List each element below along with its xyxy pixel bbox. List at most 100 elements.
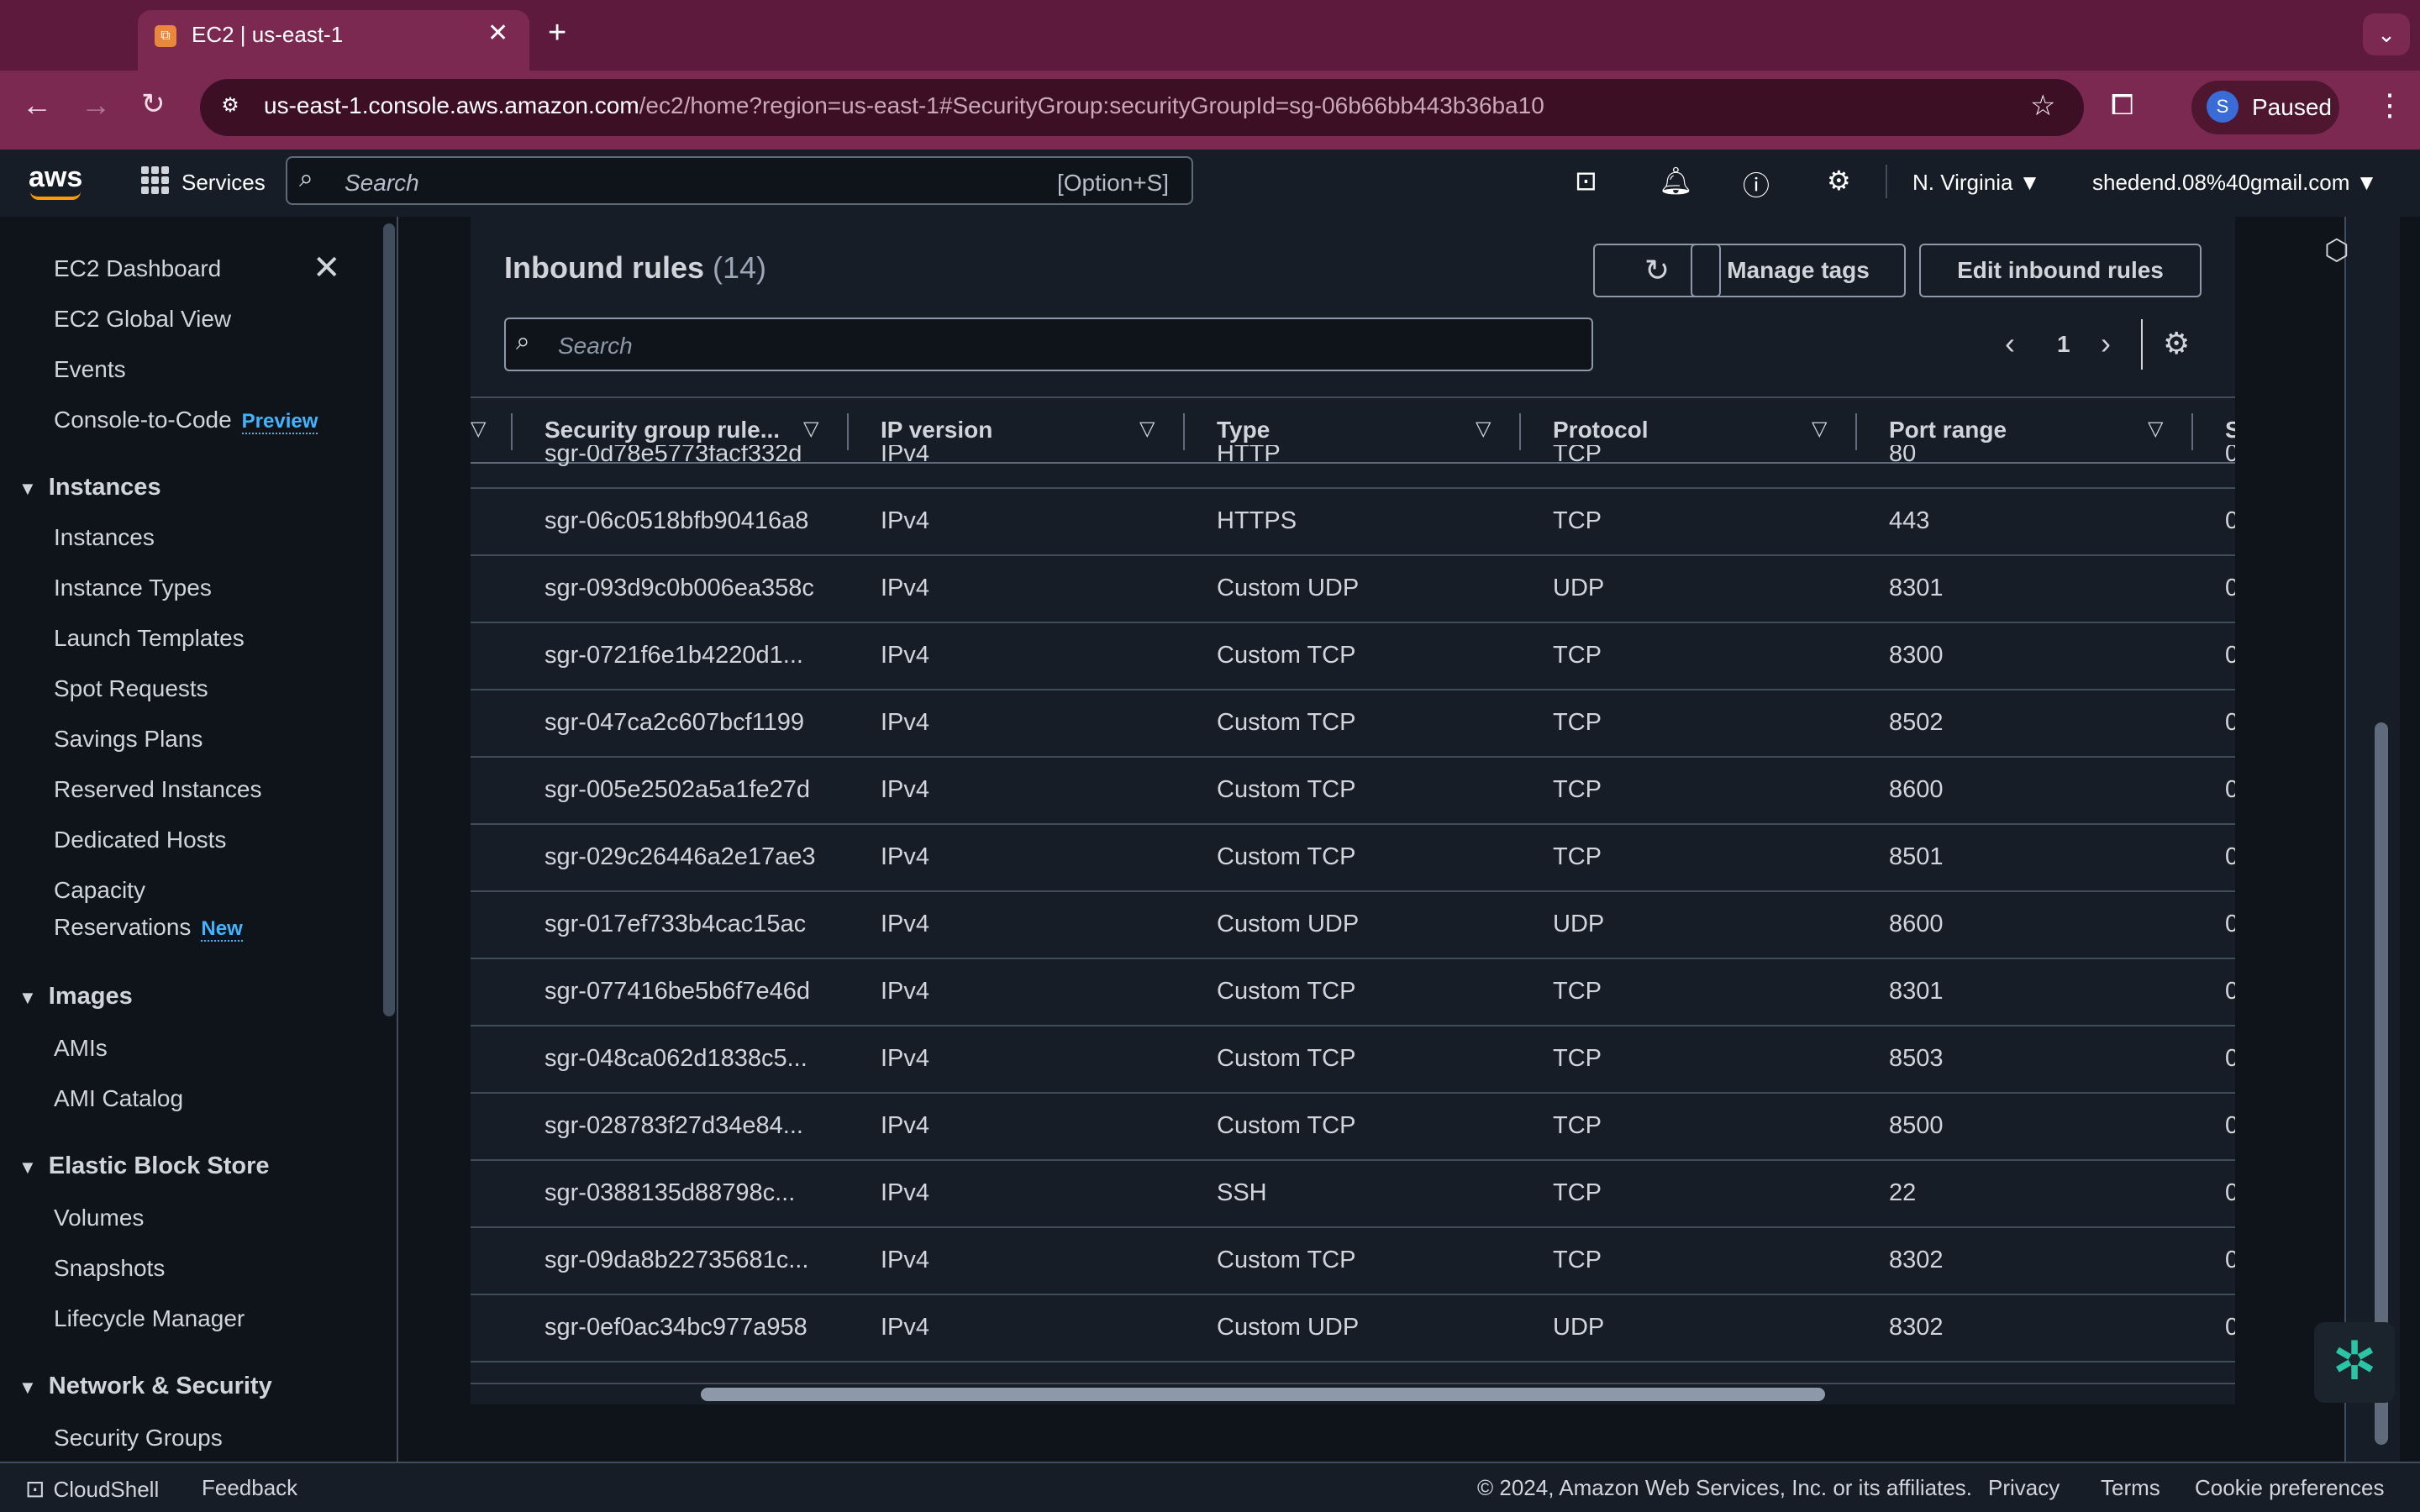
column-header-port-range[interactable]: Port range	[1889, 417, 2007, 444]
extensions-icon[interactable]: ⧠	[2111, 89, 2133, 122]
sidebar-section-ebs[interactable]: ▼ Elastic Block Store	[18, 1152, 270, 1180]
close-tab-icon[interactable]: ✕	[487, 18, 508, 48]
forward-arrow-icon[interactable]: →	[81, 87, 111, 123]
source-cell: 0	[2225, 642, 2235, 669]
previous-page-icon[interactable]: ‹	[2005, 326, 2015, 361]
sidebar-item-ec2-global-view[interactable]: EC2 Global View	[54, 306, 231, 333]
terms-link[interactable]: Terms	[2101, 1475, 2160, 1501]
rule-id-cell: sgr-0388135d88798c...	[544, 1179, 796, 1206]
filter-caret-icon[interactable]: ▽	[471, 417, 486, 441]
source-cell: 0	[2225, 1045, 2235, 1072]
cookie-preferences-link[interactable]: Cookie preferences	[2195, 1475, 2384, 1501]
cloudshell-link[interactable]: ⊡ CloudShell	[25, 1475, 159, 1503]
sidebar-item-savings-plans[interactable]: Savings Plans	[54, 726, 203, 753]
table-row[interactable]: sgr-028783f27d34e84... IPv4 Custom TCP TCP 8…	[471, 1094, 2235, 1161]
sidebar-item-ami-catalog[interactable]: AMI Catalog	[54, 1085, 183, 1112]
table-row[interactable]: sgr-06c0518bfb90416a8 IPv4 HTTPS TCP 443 0	[471, 489, 2235, 556]
sidebar-section-images[interactable]: ▼ Images	[18, 983, 133, 1011]
region-selector[interactable]: N. Virginia ▼	[1912, 170, 2040, 196]
bookmark-star-icon[interactable]: ☆	[2030, 89, 2055, 123]
back-arrow-icon[interactable]: ←	[22, 87, 52, 123]
sidebar-item-amis[interactable]: AMIs	[54, 1035, 108, 1062]
sort-icon[interactable]: ▽	[1139, 417, 1155, 441]
services-button[interactable]: Services	[182, 170, 266, 196]
cloudshell-icon[interactable]: ⊡	[1575, 165, 1597, 197]
column-header-ip-version[interactable]: IP version	[881, 417, 992, 444]
sidebar-item-snapshots[interactable]: Snapshots	[54, 1255, 165, 1282]
port-range-cell: 8501	[1889, 843, 1944, 870]
notifications-bell-icon[interactable]: 🔔︎	[1659, 165, 1693, 197]
settings-gear-icon[interactable]: ⚙	[1827, 165, 1851, 197]
aws-logo[interactable]: aws	[29, 161, 82, 194]
sort-icon[interactable]: ▽	[803, 417, 818, 441]
table-row[interactable]: sgr-077416be5b6f7e46d IPv4 Custom TCP TCP 83…	[471, 959, 2235, 1026]
aws-logo-smile	[30, 192, 81, 200]
feedback-link[interactable]: Feedback	[202, 1475, 297, 1501]
table-row[interactable]: sgr-048ca062d1838c5... IPv4 Custom TCP TCP 8…	[471, 1026, 2235, 1094]
edit-inbound-rules-button[interactable]: Edit inbound rules	[1919, 244, 2202, 297]
sidebar-item-capacity-reservations-line2[interactable]: Reservations New	[54, 914, 243, 942]
preview-badge: Preview	[241, 410, 318, 434]
sidebar-item-lifecycle-manager[interactable]: Lifecycle Manager	[54, 1305, 245, 1332]
url-text[interactable]: us-east-1.console.aws.amazon.com/ec2/hom…	[264, 92, 1544, 119]
table-row[interactable]: sgr-047ca2c607bcf1199 IPv4 Custom TCP TCP 85…	[471, 690, 2235, 758]
table-row[interactable]: sgr-0ef0ac34bc977a958 IPv4 Custom UDP UDP 83…	[471, 1295, 2235, 1362]
table-row[interactable]: sgr-09da8b22735681c... IPv4 Custom TCP TCP 8…	[471, 1228, 2235, 1295]
sidebar-item-ec2-dashboard[interactable]: EC2 Dashboard	[54, 255, 221, 282]
sidebar-item-dedicated-hosts[interactable]: Dedicated Hosts	[54, 827, 226, 853]
rules-search-input[interactable]	[504, 318, 1593, 371]
account-menu[interactable]: shedend.08%40gmail.com ▼	[2092, 170, 2377, 196]
browser-menu-icon[interactable]: ⋮	[2375, 87, 2405, 123]
table-row[interactable]: sgr-0d78e5773facf332d IPv4 HTTP TCP 80 0	[471, 445, 2235, 489]
sort-icon[interactable]: ▽	[2148, 417, 2163, 441]
rule-id-cell: sgr-06c0518bfb90416a8	[544, 507, 809, 534]
source-cell: 0	[2225, 1112, 2235, 1139]
table-row[interactable]: sgr-017ef733b4cac15ac IPv4 Custom UDP UDP 86…	[471, 892, 2235, 959]
tab-search-chevron-icon[interactable]: ⌄	[2363, 13, 2410, 55]
port-range-cell: 8302	[1889, 1247, 1944, 1273]
source-cell: 0	[2225, 1314, 2235, 1341]
reload-icon[interactable]: ↻	[141, 87, 166, 121]
manage-tags-button[interactable]: Manage tags	[1691, 244, 1906, 297]
caret-down-icon: ▼	[18, 1377, 37, 1398]
type-cell: SSH	[1217, 1179, 1267, 1206]
table-row[interactable]: sgr-0388135d88798c... IPv4 SSH TCP 22 0	[471, 1161, 2235, 1228]
sidebar-item-volumes[interactable]: Volumes	[54, 1205, 144, 1231]
sidebar-item-instance-types[interactable]: Instance Types	[54, 575, 212, 601]
site-info-icon[interactable]: ⚙	[215, 91, 245, 121]
column-header-type[interactable]: Type	[1217, 417, 1270, 444]
table-row[interactable]: sgr-005e2502a5a1fe27d IPv4 Custom TCP TCP 86…	[471, 758, 2235, 825]
sidebar-item-instances[interactable]: Instances	[54, 524, 155, 551]
services-grid-icon[interactable]	[139, 165, 170, 195]
column-header-source[interactable]: S	[2225, 417, 2235, 444]
table-row[interactable]: sgr-093d9c0b006ea358c IPv4 Custom UDP UDP 83…	[471, 556, 2235, 623]
close-sidebar-icon[interactable]: ✕	[313, 249, 341, 287]
sidebar-item-capacity-reservations[interactable]: Capacity	[54, 877, 145, 904]
column-header-rule-id[interactable]: Security group rule...	[544, 417, 780, 444]
info-panel-icon[interactable]: ⬡	[2324, 234, 2349, 267]
tab-title: EC2 | us-east-1	[192, 22, 344, 47]
next-page-icon[interactable]: ›	[2101, 326, 2111, 361]
table-row[interactable]: sgr-029c26446a2e17ae3 IPv4 Custom TCP TCP 85…	[471, 825, 2235, 892]
table-row[interactable]: sgr-0721f6e1b4220d1... IPv4 Custom TCP TCP 8…	[471, 623, 2235, 690]
page-number[interactable]: 1	[2057, 331, 2070, 358]
sort-icon[interactable]: ▽	[1476, 417, 1491, 441]
sidebar-scrollbar[interactable]	[383, 223, 395, 1016]
table-preferences-gear-icon[interactable]: ⚙	[2163, 326, 2190, 361]
help-icon[interactable]: ⓘ	[1743, 165, 1770, 203]
amazon-q-assistant-icon[interactable]: ✲	[2314, 1322, 2395, 1403]
sort-icon[interactable]: ▽	[1812, 417, 1827, 441]
sidebar-section-instances[interactable]: ▼ Instances	[18, 474, 161, 501]
privacy-link[interactable]: Privacy	[1988, 1475, 2060, 1501]
sidebar-item-launch-templates[interactable]: Launch Templates	[54, 625, 245, 652]
sidebar-section-network-security[interactable]: ▼ Network & Security	[18, 1373, 272, 1400]
sidebar-item-reserved-instances[interactable]: Reserved Instances	[54, 776, 261, 803]
sidebar-item-events[interactable]: Events	[54, 356, 126, 383]
type-cell: Custom TCP	[1217, 709, 1356, 736]
column-header-protocol[interactable]: Protocol	[1553, 417, 1649, 444]
sidebar-item-security-groups[interactable]: Security Groups	[54, 1425, 223, 1452]
new-tab-icon[interactable]: +	[548, 15, 566, 51]
sidebar-item-spot-requests[interactable]: Spot Requests	[54, 675, 208, 702]
horizontal-scrollbar-thumb[interactable]	[701, 1388, 1825, 1401]
sidebar-item-console-to-code[interactable]: Console-to-Code Preview	[54, 407, 318, 434]
